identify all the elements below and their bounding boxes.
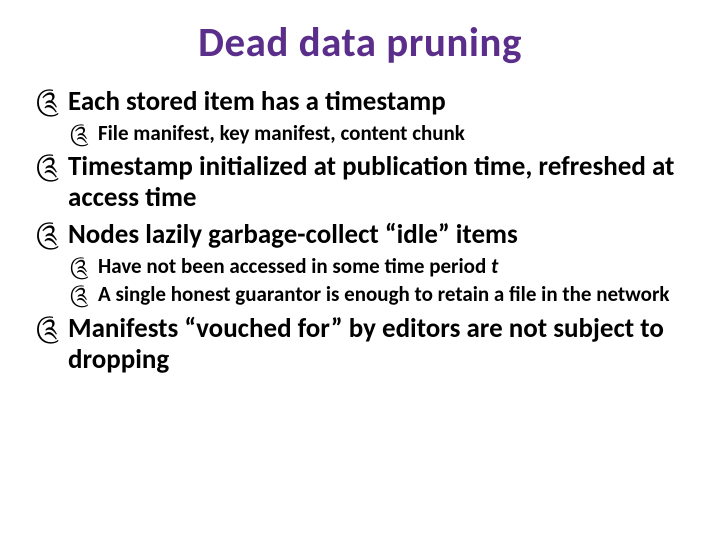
bullet-3: ༊ Nodes lazily garbage-collect “idle” it… — [36, 219, 684, 250]
bullet-icon: ༊ — [36, 88, 68, 117]
bullet-2: ༊ Timestamp initialized at publication t… — [36, 151, 684, 213]
slide-title: Dead data pruning — [36, 18, 684, 68]
bullet-icon: ༊ — [36, 221, 68, 250]
bullet-icon: ༊ — [70, 256, 98, 278]
bullet-text: Timestamp initialized at publication tim… — [68, 151, 684, 213]
bullet-icon: ༊ — [70, 284, 98, 306]
bullet-1: ༊ Each stored item has a timestamp — [36, 86, 684, 117]
bullet-icon: ༊ — [36, 315, 68, 375]
bullet-3a: ༊ Have not been accessed in some time pe… — [36, 254, 684, 278]
bullet-text: A single honest guarantor is enough to r… — [98, 282, 684, 306]
bullet-text: File manifest, key manifest, content chu… — [98, 121, 684, 145]
bullet-4: ༊ Manifests “vouched for” by editors are… — [36, 313, 684, 375]
bullet-text: Have not been accessed in some time peri… — [98, 254, 684, 278]
bullet-icon: ༊ — [36, 153, 68, 213]
bullet-text: Nodes lazily garbage-collect “idle” item… — [68, 219, 684, 250]
bullet-icon: ༊ — [70, 123, 98, 145]
slide-body: ༊ Each stored item has a timestamp ༊ Fil… — [36, 86, 684, 375]
bullet-text: Manifests “vouched for” by editors are n… — [68, 313, 684, 375]
bullet-text: Each stored item has a timestamp — [68, 86, 684, 117]
bullet-1a: ༊ File manifest, key manifest, content c… — [36, 121, 684, 145]
bullet-3a-pre: Have not been accessed in some time peri… — [98, 253, 491, 279]
bullet-3a-ital: t — [491, 253, 498, 279]
bullet-3b: ༊ A single honest guarantor is enough to… — [36, 282, 684, 306]
slide: Dead data pruning ༊ Each stored item has… — [0, 0, 720, 540]
